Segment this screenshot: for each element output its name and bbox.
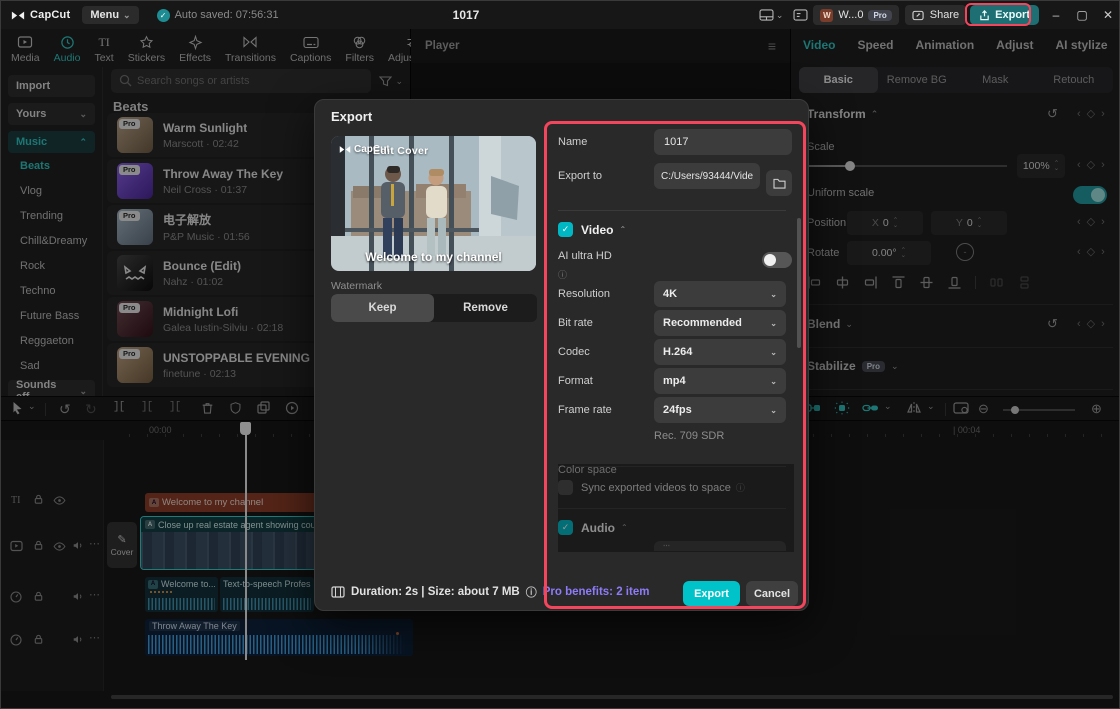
chevron-down-icon: ⌄ (770, 347, 777, 357)
maximize-button[interactable]: ▢ (1069, 8, 1095, 22)
chevron-up-icon[interactable]: ⌃ (619, 225, 626, 234)
app-name: CapCut (30, 9, 71, 21)
duration-size-info: Duration: 2s | Size: about 7 MB (351, 586, 520, 598)
minimize-button[interactable]: – (1043, 8, 1069, 22)
panel-toggle-icon[interactable] (793, 9, 808, 21)
divider (558, 210, 786, 211)
bitrate-dropdown[interactable]: Recommended ⌄ (654, 310, 786, 336)
colorspace-label: Color space (558, 464, 794, 552)
video-checkbox[interactable]: ✓ (558, 222, 573, 237)
export-preview[interactable]: CapCut Edit Cover Welcome to my channel (331, 136, 536, 271)
capcut-logo-icon (339, 146, 351, 153)
document-title: 1017 (452, 8, 480, 22)
chevron-down-icon: ⌄ (775, 9, 784, 20)
chevron-down-icon: ⌄ (770, 405, 777, 415)
format-label: Format (558, 375, 593, 387)
framerate-dropdown[interactable]: 24fps ⌄ (654, 397, 786, 423)
resolution-dropdown[interactable]: 4K ⌄ (654, 281, 786, 307)
bitrate-label: Bit rate (558, 317, 593, 329)
format-dropdown[interactable]: mp4 ⌄ (654, 368, 786, 394)
chevron-down-icon: ⌄ (770, 318, 777, 328)
name-label: Name (558, 136, 588, 148)
autosave-status: ✓ Auto saved: 07:56:31 (156, 8, 279, 22)
dialog-title: Export (331, 109, 373, 124)
export-to-label: Export to (558, 170, 603, 182)
dialog-export-button[interactable]: Export (683, 581, 740, 606)
chevron-down-icon: ⌄ (123, 9, 131, 20)
export-dialog: Export CapCut Edit Cover Welcome to my c… (314, 99, 809, 611)
folder-icon (772, 178, 786, 189)
export-path-input[interactable] (654, 163, 760, 189)
share-icon (912, 10, 924, 20)
browse-folder-button[interactable] (766, 170, 792, 196)
capcut-window: CapCut Menu ⌄ ✓ Auto saved: 07:56:31 101… (0, 0, 1120, 709)
dialog-scrollbar[interactable] (797, 218, 801, 348)
workspace-avatar: W (820, 8, 834, 22)
colorspace-value: Rec. 709 SDR (654, 430, 725, 442)
export-button[interactable]: Export (970, 5, 1039, 25)
watermark-keep-button[interactable]: Keep (331, 294, 434, 322)
pro-benefits-link[interactable]: Pro benefits: 2 item (543, 586, 650, 598)
watermark-segment: Keep Remove (331, 294, 537, 322)
export-settings-form: Name Export to ✓ Video ⌃ AI ultra HD (558, 128, 794, 552)
workspace-chip[interactable]: W W...0 Pro (813, 5, 899, 25)
dialog-cancel-button[interactable]: Cancel (746, 581, 798, 606)
app-logo: CapCut (11, 9, 70, 21)
video-section-label: Video (581, 222, 614, 237)
pro-badge: Pro (868, 9, 892, 21)
chevron-down-icon: ⌄ (770, 376, 777, 386)
layout-icon[interactable]: ⌄ (759, 9, 784, 21)
menu-button[interactable]: Menu ⌄ (82, 6, 139, 24)
codec-dropdown[interactable]: H.264 ⌄ (654, 339, 786, 365)
ai-ultra-hd-toggle[interactable] (762, 252, 792, 268)
help-icon[interactable]: ⓘ (558, 268, 567, 281)
ai-ultra-hd-label: AI ultra HD (558, 250, 612, 262)
name-input[interactable] (654, 129, 792, 155)
close-button[interactable]: ✕ (1095, 8, 1119, 22)
workspace-name: W...0 (838, 9, 864, 21)
codec-label: Codec (558, 346, 590, 358)
chevron-down-icon: ⌄ (770, 289, 777, 299)
film-icon (331, 586, 345, 598)
edit-cover-button[interactable]: Edit Cover (373, 145, 429, 157)
watermark-label: Watermark (331, 280, 382, 292)
info-icon[interactable]: ⓘ (526, 584, 537, 600)
framerate-label: Frame rate (558, 404, 612, 416)
watermark-remove-button[interactable]: Remove (434, 294, 537, 322)
capcut-logo-icon (11, 11, 25, 19)
resolution-label: Resolution (558, 288, 610, 300)
preview-caption: Welcome to my channel (365, 250, 502, 264)
export-icon (980, 9, 989, 20)
share-button[interactable]: Share (904, 5, 967, 25)
titlebar: CapCut Menu ⌄ ✓ Auto saved: 07:56:31 101… (1, 1, 1119, 29)
saved-check-icon: ✓ (156, 8, 170, 22)
